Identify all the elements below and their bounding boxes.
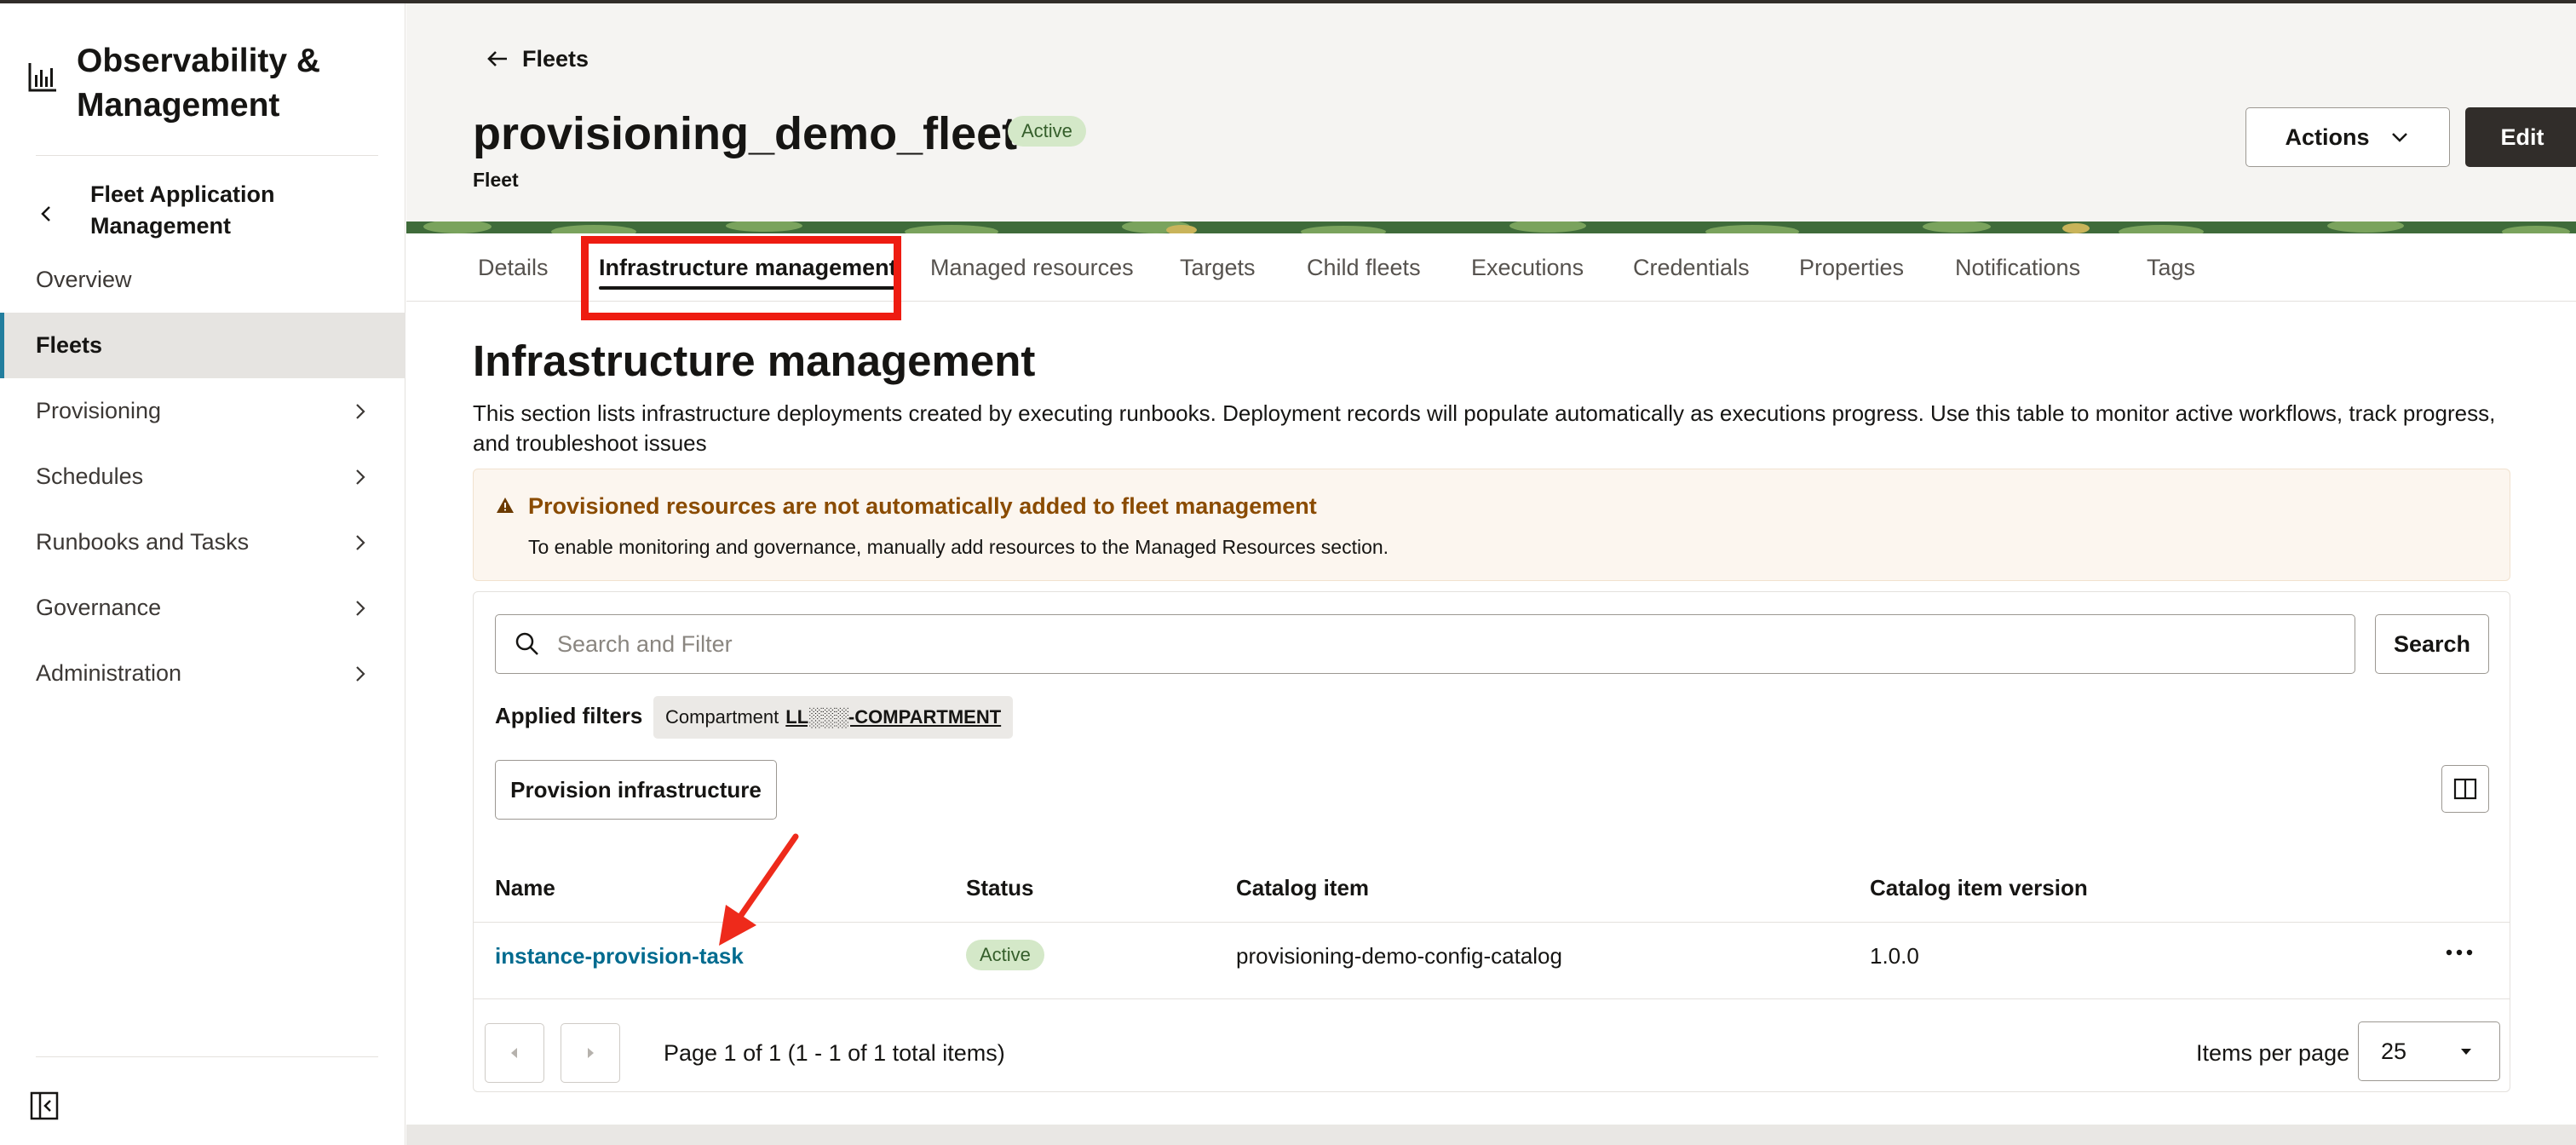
section-title: Infrastructure management	[473, 337, 1036, 385]
sidebar-item-label: Fleets	[36, 332, 103, 358]
sidebar: Observability & Management Fleet Applica…	[0, 3, 405, 1145]
provision-infrastructure-button[interactable]: Provision infrastructure	[495, 760, 777, 820]
collapse-sidebar-icon[interactable]	[29, 1090, 60, 1121]
back-to-parent-button[interactable]: Fleet Application Management	[36, 179, 346, 242]
back-link-label: Fleets	[522, 45, 589, 72]
sidebar-item-runbooks[interactable]: Runbooks and Tasks	[0, 509, 405, 575]
pagination-info: Page 1 of 1 (1 - 1 of 1 total items)	[664, 1040, 1005, 1066]
sidebar-item-administration[interactable]: Administration	[0, 641, 405, 706]
chevron-down-icon	[2391, 133, 2407, 142]
next-page-button[interactable]	[561, 1023, 620, 1083]
page-header: Fleets provisioning_demo_fleet Active Fl…	[406, 3, 2576, 237]
sidebar-item-label: Provisioning	[36, 398, 162, 423]
section-description: This section lists infrastructure deploy…	[473, 400, 2496, 456]
items-per-page-value: 25	[2381, 1038, 2407, 1064]
tab-details[interactable]: Details	[478, 233, 549, 302]
column-header-catalog-item[interactable]: Catalog item	[1236, 875, 1369, 901]
search-field[interactable]	[495, 614, 2355, 674]
applied-filters-label: Applied filters	[495, 703, 643, 728]
row-status-badge: Active	[966, 940, 1044, 970]
column-header-status[interactable]: Status	[966, 875, 1033, 901]
sidebar-item-label: Overview	[36, 267, 132, 292]
row-catalog-item: provisioning-demo-config-catalog	[1236, 943, 1562, 969]
column-settings-button[interactable]	[2441, 765, 2489, 813]
items-per-page-select[interactable]: 25	[2358, 1021, 2500, 1081]
filter-name: Compartment	[665, 706, 779, 728]
sidebar-divider	[36, 1056, 378, 1057]
tab-credentials[interactable]: Credentials	[1633, 233, 1750, 302]
status-badge: Active	[1008, 116, 1086, 147]
actions-button-label: Actions	[2285, 124, 2370, 150]
filter-chip-compartment[interactable]: Compartment LL░░░-COMPARTMENT	[653, 696, 1014, 739]
tab-targets[interactable]: Targets	[1180, 233, 1256, 302]
sidebar-item-overview[interactable]: Overview	[0, 247, 405, 313]
sidebar-item-label: Administration	[36, 660, 182, 686]
column-header-catalog-version[interactable]: Catalog item version	[1870, 875, 2088, 901]
sidebar-item-fleets[interactable]: Fleets	[0, 313, 405, 378]
filter-value-link[interactable]: LL░░░-COMPARTMENT	[785, 706, 1001, 728]
sidebar-nav: Overview Fleets Provisioning Schedules R…	[0, 247, 405, 706]
actions-menu-button[interactable]: Actions	[2245, 107, 2450, 167]
chevron-right-icon	[356, 665, 365, 682]
brand-title: Observability & Management	[77, 43, 321, 124]
warning-text: To enable monitoring and governance, man…	[528, 536, 1389, 558]
tab-child-fleets[interactable]: Child fleets	[1307, 233, 1421, 302]
tab-executions[interactable]: Executions	[1471, 233, 1584, 302]
search-button[interactable]: Search	[2375, 614, 2489, 674]
tab-notifications[interactable]: Notifications	[1955, 233, 2080, 302]
warning-message: Provisioned resources are not automatica…	[473, 469, 2510, 581]
bar-chart-icon	[28, 63, 56, 92]
previous-page-button[interactable]	[485, 1023, 544, 1083]
edit-button[interactable]: Edit	[2465, 107, 2576, 167]
search-input[interactable]	[557, 630, 2329, 658]
brand: Observability & Management	[27, 39, 366, 128]
row-divider	[474, 998, 2510, 999]
chevron-right-icon	[356, 403, 365, 419]
search-icon	[515, 632, 538, 655]
annotation-highlight-box	[581, 236, 901, 320]
sidebar-item-provisioning[interactable]: Provisioning	[0, 378, 405, 444]
caret-down-icon	[2461, 1049, 2471, 1055]
chevron-right-icon	[356, 469, 365, 485]
warning-title: Provisioned resources are not automatica…	[528, 493, 1317, 519]
tab-managed-resources[interactable]: Managed resources	[930, 233, 1134, 302]
back-to-fleets-link[interactable]: Fleets	[483, 44, 589, 73]
parent-section-title: Fleet Application Management	[90, 181, 275, 239]
sidebar-item-schedules[interactable]: Schedules	[0, 444, 405, 509]
sidebar-item-governance[interactable]: Governance	[0, 575, 405, 641]
annotation-arrow	[719, 833, 799, 946]
caret-right-icon	[588, 1048, 594, 1058]
tab-properties[interactable]: Properties	[1799, 233, 1904, 302]
sidebar-item-label: Schedules	[36, 463, 144, 489]
sidebar-divider	[36, 155, 378, 156]
sidebar-item-label: Runbooks and Tasks	[36, 529, 250, 555]
items-per-page-label: Items per page	[2196, 1040, 2350, 1066]
resource-type-label: Fleet	[473, 169, 519, 191]
more-horizontal-icon[interactable]	[2442, 944, 2476, 961]
chevron-left-icon	[41, 206, 50, 222]
column-header-name[interactable]: Name	[495, 875, 555, 901]
chevron-right-icon	[356, 534, 365, 550]
tab-tags[interactable]: Tags	[2147, 233, 2195, 302]
page-title: provisioning_demo_fleet	[473, 108, 1018, 159]
column-layout-icon	[2453, 778, 2477, 800]
warning-icon	[497, 498, 514, 513]
row-catalog-version: 1.0.0	[1870, 943, 1919, 969]
sidebar-item-label: Governance	[36, 595, 162, 620]
chevron-right-icon	[356, 600, 365, 616]
footer-strip	[406, 1125, 2576, 1145]
caret-left-icon	[511, 1048, 517, 1058]
arrow-left-icon	[487, 51, 507, 66]
